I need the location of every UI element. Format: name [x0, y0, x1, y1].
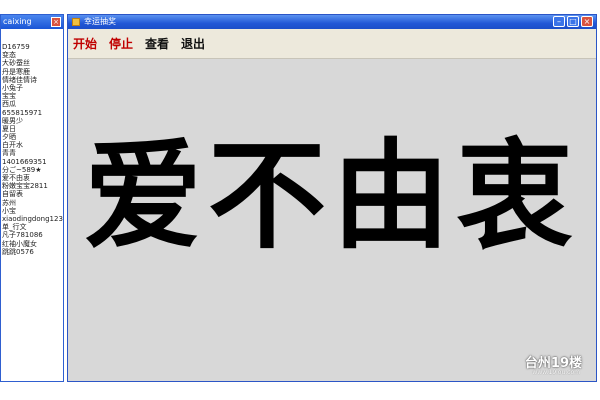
start-button[interactable]: 开始	[72, 35, 98, 52]
close-button[interactable]: ×	[581, 16, 593, 27]
list-item[interactable]: 红袖小魔女	[2, 240, 64, 248]
list-item[interactable]: xiaodingdong123	[2, 215, 64, 223]
list-item[interactable]: 情绪佳情诗	[2, 76, 64, 84]
list-item[interactable]: 西瓜	[2, 100, 64, 108]
close-icon[interactable]: ×	[51, 17, 61, 27]
minimize-button[interactable]: –	[553, 16, 565, 27]
list-item[interactable]: 1401669351	[2, 158, 64, 166]
list-item[interactable]: 苏州	[2, 199, 64, 207]
list-item[interactable]: 小宝	[2, 207, 64, 215]
name-list-window: caixing × D16759 变态 大砂蚕丝 丹是寒鹿 情绪佳情诗 小兔子 宝宝 西瓜 65…	[0, 14, 64, 382]
draw-display-area: 爱不由衷	[68, 59, 596, 381]
watermark-url: www.19lou.com	[532, 369, 580, 376]
list-item[interactable]: 跳跳0576	[2, 248, 64, 256]
name-list[interactable]: D16759 变态 大砂蚕丝 丹是寒鹿 情绪佳情诗 小兔子 宝宝 西瓜 655815971 暖男少…	[2, 43, 64, 313]
menu-bar: 开始 停止 查看 退出	[68, 29, 596, 59]
list-item[interactable]: 丹是寒鹿	[2, 68, 64, 76]
list-item[interactable]: 青青	[2, 149, 64, 157]
list-item[interactable]: 爱不由衷	[2, 174, 64, 182]
list-item[interactable]: 夕晒	[2, 133, 64, 141]
list-item[interactable]: D16759	[2, 43, 64, 51]
list-item[interactable]: 宝宝	[2, 92, 64, 100]
stop-button[interactable]: 停止	[108, 35, 134, 52]
list-item[interactable]: 凡子781086	[2, 231, 64, 239]
list-item[interactable]: 小兔子	[2, 84, 64, 92]
list-item[interactable]: 自留表	[2, 190, 64, 198]
window-title: 幸运抽奖	[84, 17, 116, 26]
list-item[interactable]: 655815971	[2, 109, 64, 117]
window-controls: – □ ×	[553, 16, 593, 27]
view-button[interactable]: 查看	[144, 35, 170, 52]
app-icon	[72, 18, 80, 26]
list-item[interactable]: 变态	[2, 51, 64, 59]
list-item[interactable]: 暖男少	[2, 117, 64, 125]
list-item[interactable]: 单_行文	[2, 223, 64, 231]
list-item[interactable]: 分ご~589★	[2, 166, 64, 174]
list-item[interactable]: 白开水	[2, 141, 64, 149]
exit-button[interactable]: 退出	[180, 35, 206, 52]
name-list-titlebar[interactable]: caixing ×	[1, 15, 63, 29]
list-item[interactable]: 大砂蚕丝	[2, 59, 64, 67]
list-item[interactable]: 夏日	[2, 125, 64, 133]
maximize-button[interactable]: □	[567, 16, 579, 27]
window-titlebar[interactable]: 幸运抽奖 – □ ×	[68, 15, 596, 29]
list-item[interactable]: 粉嫩宝宝2811	[2, 182, 64, 190]
lottery-window: 幸运抽奖 – □ × 开始 停止 查看 退出 爱不由衷	[67, 14, 597, 382]
name-list-title: caixing	[3, 17, 32, 26]
current-drawn-name: 爱不由衷	[83, 127, 580, 265]
